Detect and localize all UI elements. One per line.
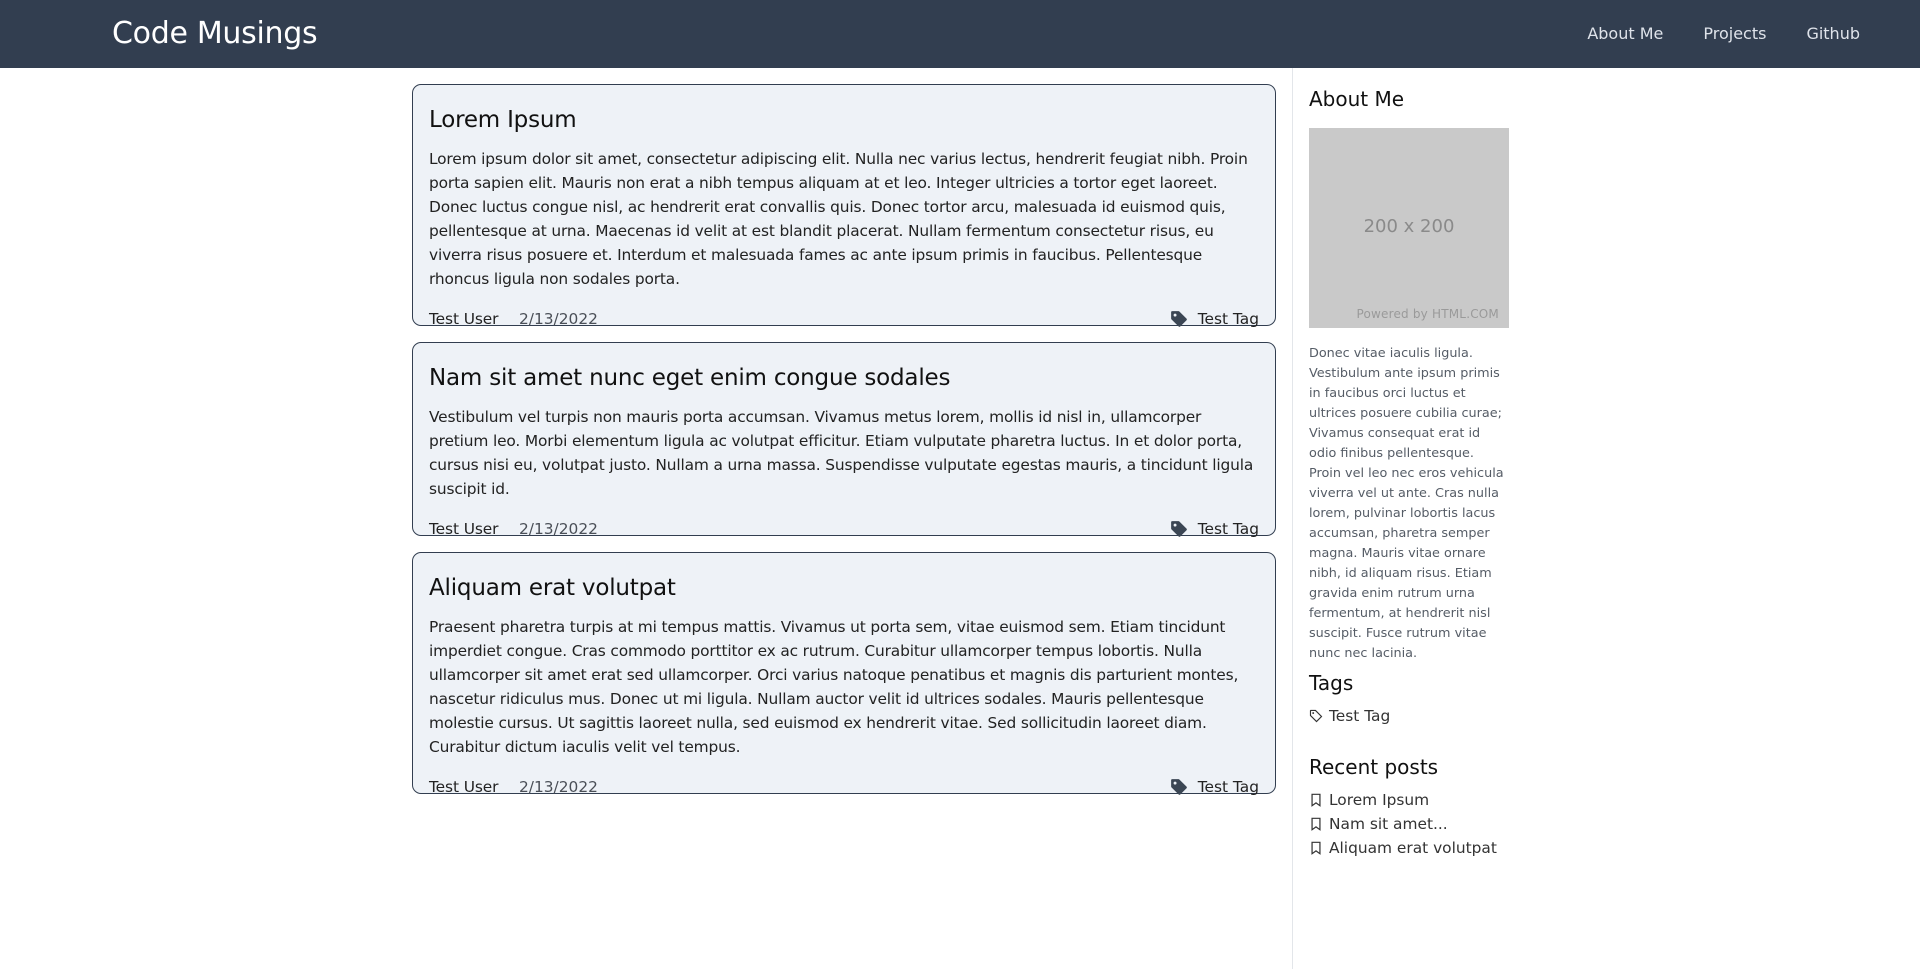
nav-link-about-me[interactable]: About Me (1567, 0, 1683, 68)
post-author: Test User (429, 520, 499, 538)
nav-links: About Me Projects Github (1567, 0, 1880, 68)
post-tag-link[interactable]: Test Tag (1170, 517, 1259, 541)
sidebar-tag-link[interactable]: Test Tag (1309, 704, 1509, 728)
recent-post-link[interactable]: Nam sit amet... (1309, 812, 1509, 836)
post-tag-link[interactable]: Test Tag (1170, 307, 1259, 331)
post-title[interactable]: Aliquam erat volutpat (429, 573, 1259, 603)
post-tag-label: Test Tag (1197, 310, 1259, 328)
bookmark-icon (1311, 841, 1321, 855)
about-image-placeholder: 200 x 200 Powered by HTML.COM (1309, 128, 1509, 328)
nav-link-github[interactable]: Github (1786, 0, 1880, 68)
tag-outline-icon (1309, 709, 1323, 723)
post-card: Nam sit amet nunc eget enim congue sodal… (412, 342, 1276, 538)
recent-post-label: Lorem Ipsum (1329, 791, 1430, 809)
recent-post-label: Aliquam erat volutpat (1329, 839, 1497, 857)
post-date: 2/13/2022 (519, 520, 598, 538)
tags-list: Test Tag (1309, 704, 1509, 728)
sidebar-divider (1292, 68, 1293, 969)
post-excerpt: Praesent pharetra turpis at mi tempus ma… (429, 618, 1239, 756)
recent-post-link[interactable]: Aliquam erat volutpat (1309, 836, 1509, 860)
post-excerpt: Lorem ipsum dolor sit amet, consectetur … (429, 150, 1248, 288)
recent-post-link[interactable]: Lorem Ipsum (1309, 788, 1509, 812)
post-meta: Test User 2/13/2022 Test Tag (429, 517, 1259, 541)
tag-icon (1170, 311, 1187, 327)
post-date: 2/13/2022 (519, 778, 598, 796)
post-excerpt: Vestibulum vel turpis non mauris porta a… (429, 408, 1254, 498)
tag-icon (1170, 779, 1187, 795)
nav-link-projects[interactable]: Projects (1683, 0, 1786, 68)
post-title[interactable]: Lorem Ipsum (429, 105, 1259, 135)
recent-posts-list: Lorem Ipsum Nam sit amet... Aliquam erat… (1309, 788, 1509, 860)
post-meta: Test User 2/13/2022 Test Tag (429, 307, 1259, 331)
bookmark-icon (1311, 817, 1321, 831)
placeholder-credit: Powered by HTML.COM (1356, 307, 1499, 321)
post-date: 2/13/2022 (519, 310, 598, 328)
post-tag-link[interactable]: Test Tag (1170, 775, 1259, 799)
post-card: Lorem Ipsum Lorem ipsum dolor sit amet, … (412, 84, 1276, 328)
post-card: Aliquam erat volutpat Praesent pharetra … (412, 552, 1276, 796)
top-navbar: Code Musings About Me Projects Github (0, 0, 1920, 68)
about-text: Donec vitae iaculis ligula. Vestibulum a… (1309, 346, 1504, 661)
tags-heading: Tags (1309, 671, 1354, 695)
post-author: Test User (429, 778, 499, 796)
sidebar-tag-label: Test Tag (1329, 707, 1391, 725)
placeholder-dimensions: 200 x 200 (1363, 216, 1455, 237)
post-meta: Test User 2/13/2022 Test Tag (429, 775, 1259, 799)
post-tag-label: Test Tag (1197, 778, 1259, 796)
recent-posts-heading: Recent posts (1309, 755, 1439, 779)
about-heading: About Me (1309, 87, 1405, 111)
post-title[interactable]: Nam sit amet nunc eget enim congue sodal… (429, 363, 1259, 393)
post-author: Test User (429, 310, 499, 328)
site-brand-link[interactable]: Code Musings (112, 14, 318, 54)
post-tag-label: Test Tag (1197, 520, 1259, 538)
recent-post-label: Nam sit amet... (1329, 815, 1448, 833)
bookmark-icon (1311, 793, 1321, 807)
tag-icon (1170, 521, 1187, 537)
